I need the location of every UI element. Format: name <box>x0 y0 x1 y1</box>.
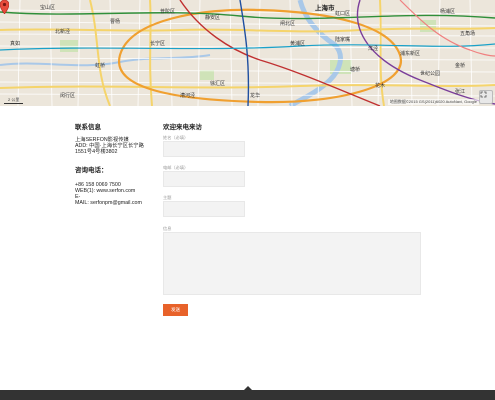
subject-input[interactable] <box>163 201 245 217</box>
map-district-label: 静安区 <box>205 15 221 21</box>
message-textarea[interactable] <box>163 232 421 295</box>
map-district-label: 漕河泾 <box>180 93 196 99</box>
map-district-label: 虹桥 <box>95 63 106 69</box>
map-district-label: 普陀区 <box>160 9 176 15</box>
contact-form-header: 欢迎来电来访 <box>163 121 202 131</box>
map-district-label: 虹口区 <box>335 11 351 17</box>
form-title: 欢迎来电来访 <box>163 124 202 131</box>
map-district-label: 五角场 <box>460 31 476 37</box>
expand-icon <box>480 91 487 98</box>
map-district-label: 金桥 <box>455 63 466 69</box>
map[interactable]: 上海市 静安区 虹口区 浦东新区 长宁区 徐汇区 普陀区 闸北区 黄浦区 杨浦区… <box>0 0 495 106</box>
map-district-label: 龙华 <box>250 93 261 99</box>
contact-title: 联系信息 <box>75 124 101 131</box>
map-scale: 2 公里 <box>4 97 24 104</box>
map-district-label: 杨浦区 <box>440 9 456 15</box>
submit-button[interactable]: 发送 <box>163 304 188 316</box>
map-district-label: 洋泾 <box>368 46 379 52</box>
email-address[interactable]: MAIL: serfonpm@gmail.com <box>75 200 155 206</box>
map-expand-button[interactable] <box>479 90 493 104</box>
email-input[interactable] <box>163 171 245 187</box>
map-district-label: 宝山区 <box>40 5 56 11</box>
contact-info: 联系信息 上海SERFON影视传媒 ADD: 中国·上海长宁区长宁路 1551号… <box>75 121 155 206</box>
map-district-label: 闵行区 <box>60 93 76 99</box>
map-district-label: 世纪公园 <box>420 71 441 77</box>
map-district-label: 长宁区 <box>150 41 166 47</box>
map-district-label: 陆家嘴 <box>335 37 351 43</box>
name-input[interactable] <box>163 141 245 157</box>
map-district-label: 塘桥 <box>350 67 361 73</box>
map-district-label: 黄浦区 <box>290 41 306 47</box>
map-marker-icon[interactable] <box>0 0 9 14</box>
map-district-label: 闸北区 <box>280 21 296 27</box>
map-district-label: 曹杨 <box>110 19 121 25</box>
phone-title: 咨询电话： <box>75 166 108 174</box>
map-city-label: 上海市 <box>315 4 335 12</box>
map-district-label: 徐汇区 <box>210 81 226 87</box>
map-roads <box>0 0 495 106</box>
map-district-label: 真如 <box>10 41 21 47</box>
map-district-label: 北新泾 <box>55 29 71 35</box>
map-attribution[interactable]: 地图数据©2015 GS(2011)6020 AutoNavi, Google <box>387 99 479 105</box>
map-district-label: 花木 <box>375 83 386 89</box>
footer-bar <box>0 390 495 400</box>
map-district-label: 张江 <box>455 89 466 95</box>
map-district-label: 浦东新区 <box>400 51 421 57</box>
